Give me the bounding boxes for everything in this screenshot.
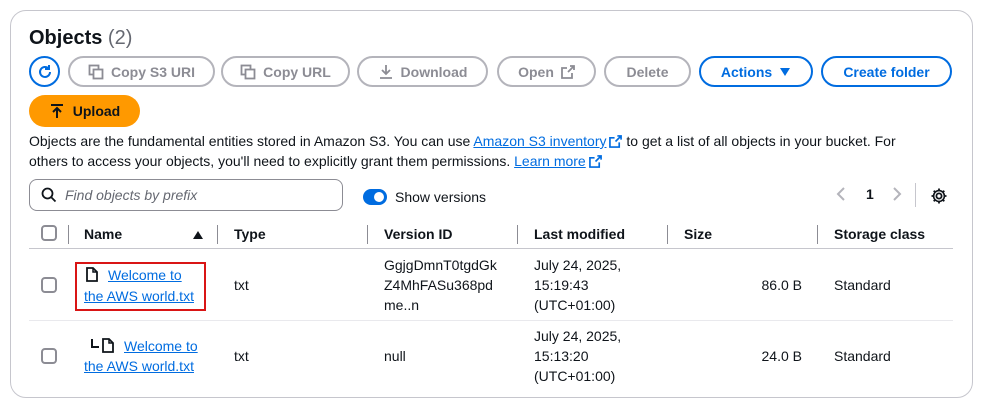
object-type: txt	[234, 277, 249, 293]
download-icon	[379, 64, 392, 79]
column-divider	[667, 225, 668, 244]
object-name-line: Welcome to	[108, 267, 182, 283]
open-button[interactable]: Open	[497, 56, 596, 87]
object-name-link[interactable]: the AWS world.txt	[84, 286, 194, 306]
object-size: 24.0 B	[761, 348, 802, 364]
copy-icon	[240, 64, 256, 79]
search-input[interactable]: Find objects by prefix	[29, 179, 343, 211]
storage-class: Standard	[834, 277, 891, 293]
object-name-link[interactable]: Welcome to	[124, 336, 198, 356]
version-branch-icon	[91, 339, 99, 348]
pager-divider	[915, 183, 916, 207]
version-id-line: me..n	[384, 297, 420, 313]
column-divider	[517, 225, 518, 244]
object-type: txt	[234, 348, 249, 364]
next-page-button[interactable]	[892, 186, 902, 205]
learn-more-link-text: Learn more	[514, 153, 586, 169]
object-name-line: Welcome to	[124, 338, 198, 354]
last-modified-line: July 24, 2025,	[534, 328, 622, 344]
last-modified-line: (UTC+01:00)	[534, 368, 616, 384]
open-label: Open	[518, 63, 554, 80]
external-link-icon	[588, 155, 602, 168]
object-name-link[interactable]: Welcome to	[108, 265, 182, 285]
chevron-left-icon	[836, 187, 845, 201]
object-count: (2)	[107, 27, 133, 49]
object-name-link[interactable]: the AWS world.txt	[84, 356, 194, 376]
sort-ascending-icon[interactable]	[192, 230, 204, 240]
row-divider	[29, 320, 953, 321]
column-divider	[367, 225, 368, 244]
column-header-last-modified[interactable]: Last modified	[534, 226, 625, 242]
download-label: Download	[400, 63, 468, 80]
column-divider	[817, 225, 818, 244]
description-text: Objects are the fundamental entities sto…	[29, 133, 474, 149]
actions-label: Actions	[720, 63, 773, 80]
delete-label: Delete	[626, 63, 669, 80]
column-header-version-id[interactable]: Version ID	[384, 226, 452, 242]
object-name-line: the AWS world.txt	[84, 288, 194, 304]
previous-page-button[interactable]	[836, 186, 846, 205]
column-divider	[217, 225, 218, 244]
external-link-icon	[609, 135, 623, 148]
create-folder-button[interactable]: Create folder	[821, 56, 952, 87]
s3-inventory-link-text: Amazon S3 inventory	[473, 133, 607, 149]
column-header-name-label: Name	[84, 226, 123, 242]
download-button[interactable]: Download	[357, 56, 488, 87]
copy-url-label: Copy URL	[263, 63, 331, 80]
storage-class: Standard	[834, 348, 891, 364]
refresh-button[interactable]	[29, 56, 60, 87]
column-header-storage-class[interactable]: Storage class	[834, 226, 925, 242]
row-checkbox[interactable]	[41, 348, 57, 364]
upload-icon	[50, 104, 63, 118]
column-header-type[interactable]: Type	[234, 226, 266, 242]
external-link-icon	[560, 64, 575, 79]
show-versions-toggle[interactable]	[363, 189, 387, 205]
copy-s3-uri-label: Copy S3 URI	[110, 63, 195, 80]
version-id-line: Z4MhFASu368pd	[384, 277, 493, 293]
last-modified-line: 15:19:43	[534, 277, 589, 293]
learn-more-link[interactable]: Learn more	[514, 153, 602, 169]
table-header-divider	[29, 248, 953, 249]
show-versions-label: Show versions	[395, 189, 487, 205]
copy-icon	[88, 64, 104, 79]
last-modified-line: (UTC+01:00)	[534, 297, 616, 313]
last-modified-line: July 24, 2025,	[534, 257, 622, 273]
objects-description: Objects are the fundamental entities sto…	[29, 131, 929, 171]
actions-dropdown[interactable]: Actions	[699, 56, 813, 87]
search-placeholder: Find objects by prefix	[65, 187, 198, 203]
column-header-size[interactable]: Size	[684, 226, 712, 242]
file-icon	[86, 267, 98, 282]
search-icon	[41, 187, 57, 203]
upload-label: Upload	[72, 103, 121, 119]
select-all-checkbox[interactable]	[41, 225, 57, 241]
caret-down-icon	[780, 67, 791, 76]
page-title: Objects (2)	[29, 27, 132, 50]
version-id: null	[384, 348, 406, 364]
copy-s3-uri-button[interactable]: Copy S3 URI	[68, 56, 215, 87]
chevron-right-icon	[893, 187, 902, 201]
gear-icon	[931, 188, 947, 204]
row-checkbox[interactable]	[41, 277, 57, 293]
settings-button[interactable]	[930, 187, 948, 210]
object-size: 86.0 B	[761, 277, 802, 293]
delete-button[interactable]: Delete	[604, 56, 691, 87]
title-text: Objects	[29, 27, 103, 49]
column-divider	[68, 225, 69, 244]
copy-url-button[interactable]: Copy URL	[221, 56, 350, 87]
version-id-line: GgjgDmnT0tgdGk	[384, 257, 497, 273]
upload-button[interactable]: Upload	[29, 95, 140, 127]
s3-inventory-link[interactable]: Amazon S3 inventory	[473, 133, 623, 149]
current-page[interactable]: 1	[866, 186, 874, 202]
object-name-line: the AWS world.txt	[84, 358, 194, 374]
create-folder-label: Create folder	[843, 63, 930, 80]
refresh-icon	[38, 64, 51, 78]
file-icon	[102, 338, 114, 353]
last-modified-line: 15:13:20	[534, 348, 589, 364]
column-header-name[interactable]: Name	[84, 226, 122, 242]
